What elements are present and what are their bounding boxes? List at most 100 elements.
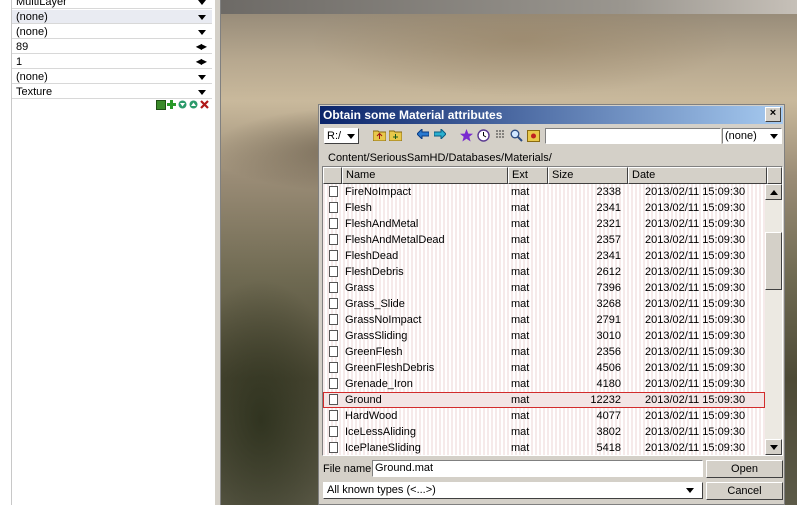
folder-up2-icon[interactable] — [388, 129, 403, 142]
property-row[interactable]: (none) — [12, 10, 212, 24]
list-view-icon[interactable] — [494, 129, 507, 142]
property-row[interactable]: 89 ◀▶ — [12, 40, 212, 54]
filter-select[interactable]: (none) — [722, 128, 782, 144]
table-row[interactable]: FireNoImpact mat 2338 2013/02/11 15:09:30 — [323, 184, 765, 200]
file-name-label: File name: — [323, 463, 375, 475]
property-row[interactable]: 1 ◀▶ — [12, 55, 212, 69]
table-row[interactable]: IcePlaneSliding mat 5418 2013/02/11 15:09:3… — [323, 440, 765, 455]
file-size: 7396 — [596, 282, 621, 294]
file-date: 2013/02/11 15:09:30 — [645, 394, 746, 406]
table-row[interactable]: Grenade_Iron mat 4180 2013/02/11 15:09:30 — [323, 376, 765, 392]
file-size: 3802 — [596, 426, 621, 438]
file-icon — [329, 426, 338, 437]
table-row[interactable]: Flesh mat 2341 2013/02/11 15:09:30 — [323, 200, 765, 216]
back-icon[interactable] — [415, 127, 429, 142]
file-date: 2013/02/11 15:09:30 — [645, 218, 746, 230]
file-date: 2013/02/11 15:09:30 — [645, 250, 746, 262]
move-down-icon[interactable] — [178, 100, 187, 109]
drive-select[interactable]: R:/ — [324, 128, 359, 144]
history-icon[interactable] — [477, 129, 490, 142]
table-row[interactable]: GrassNoImpact mat 2791 2013/02/11 15:09:30 — [323, 312, 765, 328]
favorite-star-icon[interactable] — [460, 129, 473, 142]
file-date: 2013/02/11 15:09:30 — [645, 378, 746, 390]
chevron-down-icon[interactable] — [198, 75, 206, 80]
file-name: HardWood — [345, 410, 398, 422]
file-name: GreenFleshDebris — [345, 362, 435, 374]
close-button[interactable]: × — [765, 107, 781, 122]
table-row[interactable]: GreenFleshDebris mat 4506 2013/02/11 15:09:… — [323, 360, 765, 376]
chevron-down-icon[interactable] — [198, 0, 206, 5]
bookmark-icon[interactable] — [527, 129, 540, 142]
chevron-down-icon[interactable] — [198, 90, 206, 95]
scroll-up-button[interactable] — [765, 184, 782, 200]
file-name: FleshAndMetal — [345, 218, 419, 230]
file-dialog: Obtain some Material attributes × R:/ (n… — [318, 104, 785, 505]
file-date: 2013/02/11 15:09:30 — [645, 362, 746, 374]
add-icon[interactable] — [167, 100, 176, 109]
file-types-value: All known types (<...>) — [327, 484, 436, 496]
column-header-size[interactable]: Size — [548, 167, 628, 184]
file-ext: mat — [511, 378, 530, 390]
file-rows: FireNoImpact mat 2338 2013/02/11 15:09:30 Fl… — [323, 184, 765, 455]
filter-select-value: (none) — [725, 130, 757, 142]
file-name-input[interactable]: Ground.mat — [372, 460, 703, 477]
chevron-down-icon[interactable] — [198, 15, 206, 20]
property-row[interactable]: Texture — [12, 85, 212, 99]
table-row[interactable]: Grass_Slide mat 3268 2013/02/11 15:09:30 — [323, 296, 765, 312]
table-row[interactable]: GrassSliding mat 3010 2013/02/11 15:09:30 — [323, 328, 765, 344]
file-name: Grass_Slide — [345, 298, 405, 310]
dialog-titlebar[interactable]: Obtain some Material attributes — [320, 106, 783, 124]
copy-icon[interactable] — [156, 100, 166, 110]
file-ext: mat — [511, 186, 530, 198]
property-row[interactable]: (none) — [12, 70, 212, 84]
file-size: 12232 — [590, 394, 621, 406]
column-header-name[interactable]: Name — [342, 167, 508, 184]
vertical-scrollbar[interactable] — [765, 184, 782, 455]
chevron-down-icon[interactable] — [198, 30, 206, 35]
property-row[interactable]: MultiLayer — [12, 0, 212, 9]
property-gutter — [0, 0, 12, 505]
file-date: 2013/02/11 15:09:30 — [645, 266, 746, 278]
file-icon — [329, 378, 338, 389]
file-ext: mat — [511, 298, 530, 310]
column-header-date[interactable]: Date — [628, 167, 767, 184]
scroll-thumb[interactable] — [765, 232, 782, 290]
cancel-button[interactable]: Cancel — [706, 482, 783, 500]
path-input[interactable] — [545, 128, 721, 144]
table-row[interactable]: FleshDead mat 2341 2013/02/11 15:09:30 — [323, 248, 765, 264]
property-value: (none) — [16, 11, 48, 23]
table-row[interactable]: GreenFlesh mat 2356 2013/02/11 15:09:30 — [323, 344, 765, 360]
file-icon — [329, 186, 338, 197]
open-button[interactable]: Open — [706, 460, 783, 478]
delete-icon[interactable] — [200, 100, 209, 109]
search-icon[interactable] — [510, 129, 523, 142]
panel-splitter[interactable] — [214, 0, 221, 505]
close-icon: × — [769, 107, 777, 119]
file-ext: mat — [511, 426, 530, 438]
file-size: 5418 — [596, 442, 621, 454]
column-header-icon[interactable] — [323, 167, 342, 184]
file-ext: mat — [511, 362, 530, 374]
property-row[interactable]: (none) — [12, 25, 212, 39]
spinner-icon[interactable]: ◀▶ — [196, 40, 207, 54]
file-size: 2341 — [596, 250, 621, 262]
table-row[interactable]: FleshDebris mat 2612 2013/02/11 15:09:30 — [323, 264, 765, 280]
table-row[interactable]: IceLessAliding mat 3802 2013/02/11 15:09:30 — [323, 424, 765, 440]
column-header-ext[interactable]: Ext — [508, 167, 548, 184]
scroll-down-button[interactable] — [765, 439, 782, 455]
file-icon — [329, 202, 338, 213]
table-row[interactable]: HardWood mat 4077 2013/02/11 15:09:30 — [323, 408, 765, 424]
table-row[interactable]: Grass mat 7396 2013/02/11 15:09:30 — [323, 280, 765, 296]
move-up-icon[interactable] — [189, 100, 198, 109]
file-date: 2013/02/11 15:09:30 — [645, 442, 746, 454]
file-list[interactable]: Name Ext Size Date FireNoImpact mat 2338 20… — [322, 166, 783, 456]
table-row[interactable]: FleshAndMetal mat 2321 2013/02/11 15:09:30 — [323, 216, 765, 232]
folder-up-icon[interactable] — [372, 129, 387, 142]
file-types-select[interactable]: All known types (<...>) — [323, 482, 703, 499]
spinner-icon[interactable]: ◀▶ — [196, 55, 207, 69]
property-value: (none) — [16, 71, 48, 83]
table-row[interactable]: FleshAndMetalDead mat 2357 2013/02/11 15:09… — [323, 232, 765, 248]
table-row[interactable]: Ground mat 12232 2013/02/11 15:09:30 — [323, 392, 765, 408]
file-date: 2013/02/11 15:09:30 — [645, 314, 746, 326]
forward-icon[interactable] — [433, 127, 447, 142]
